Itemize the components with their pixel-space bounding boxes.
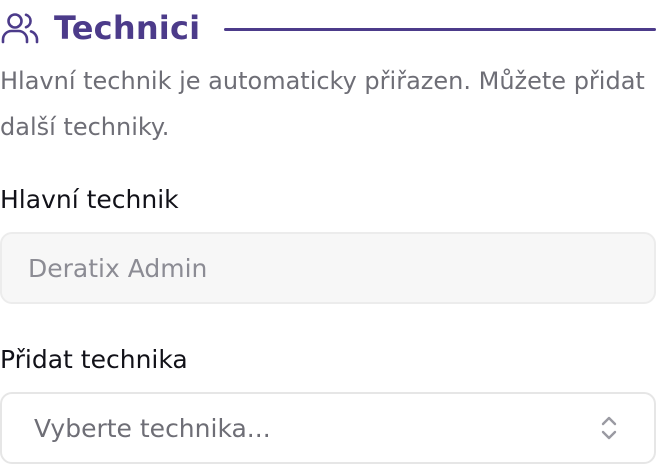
section-description: Hlavní technik je automaticky přiřazen. … [0, 67, 645, 141]
users-icon [0, 8, 40, 48]
add-technician-select[interactable]: Vyberte technika... [0, 392, 656, 464]
main-technician-field[interactable] [0, 232, 656, 304]
add-technician-placeholder: Vyberte technika... [34, 413, 271, 443]
section-title: Technici [54, 9, 201, 47]
add-technician-label: Přidat technika [0, 345, 188, 374]
section-divider [224, 27, 656, 31]
section-header: Technici [0, 4, 656, 52]
chevron-up-down-icon [598, 412, 620, 444]
main-technician-label: Hlavní technik [0, 185, 179, 214]
